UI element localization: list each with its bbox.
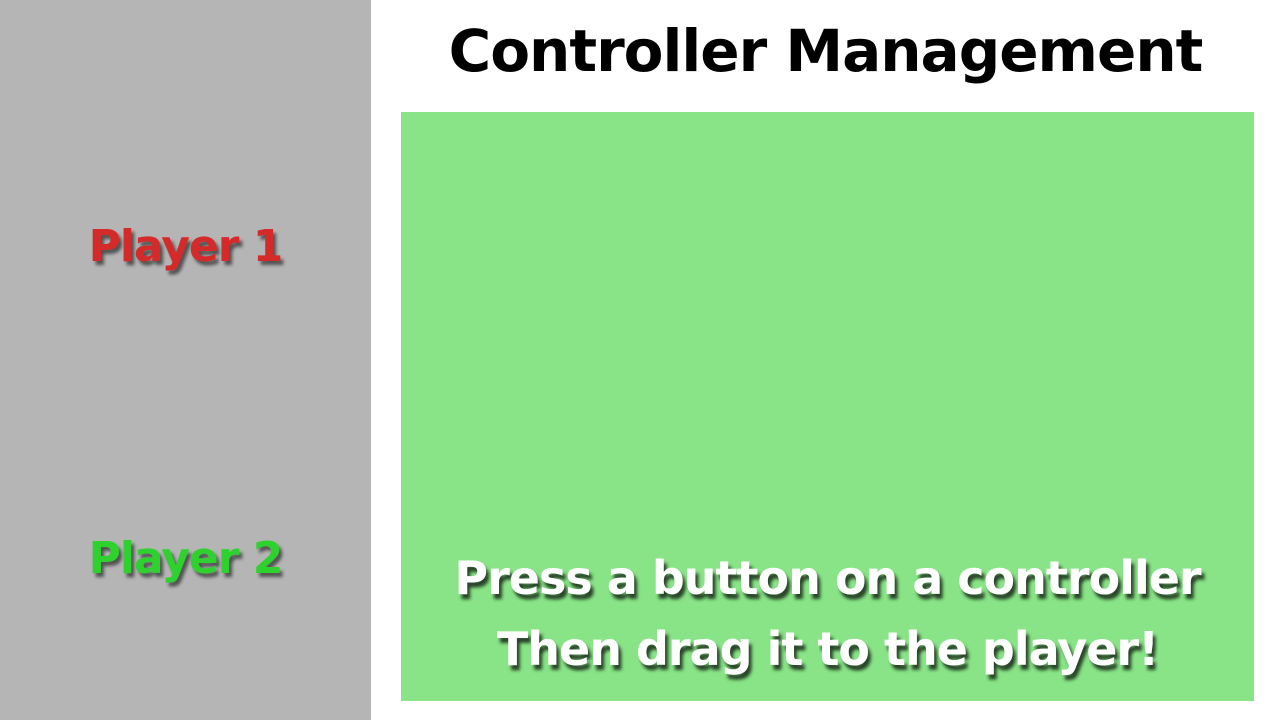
page-title: Controller Management (448, 17, 1204, 85)
player-1-slot[interactable]: Player 1 (0, 176, 371, 316)
player-2-label: Player 2 (88, 532, 284, 584)
instruction-line-2: Then drag it to the player! (496, 622, 1159, 676)
main-panel: Controller Management Press a button on … (371, 0, 1280, 720)
player-sidebar: Player 1 Player 2 (0, 0, 371, 720)
player-1-label: Player 1 (88, 220, 284, 272)
instruction-line-1: Press a button on a controller (454, 551, 1201, 605)
player-2-slot[interactable]: Player 2 (0, 488, 371, 628)
controller-drop-zone[interactable]: Press a button on a controller Then drag… (401, 112, 1254, 701)
